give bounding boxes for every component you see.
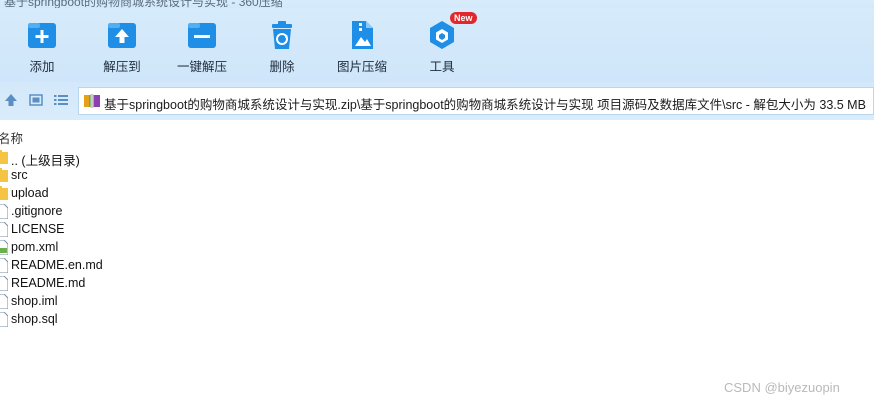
- file-icon: [0, 276, 8, 291]
- thumbnail-view-icon[interactable]: [28, 92, 44, 108]
- title-bar: 基于springboot的购物商城系统设计与实现 - 360压缩: [0, 0, 874, 8]
- list-item-shop-iml[interactable]: shop.iml: [0, 293, 874, 311]
- add-button[interactable]: 添加: [6, 18, 78, 78]
- file-icon: [0, 294, 8, 309]
- list-item-src[interactable]: src: [0, 167, 874, 185]
- one-click-extract-button[interactable]: 一键解压: [166, 18, 238, 78]
- list-item-upload[interactable]: upload: [0, 185, 874, 203]
- folder-icon: [0, 150, 8, 164]
- xml-file-icon: [0, 240, 8, 255]
- extract-to-button[interactable]: 解压到: [86, 18, 158, 78]
- window-title: 基于springboot的购物商城系统设计与实现 - 360压缩: [4, 0, 283, 8]
- list-item-readme[interactable]: README.md: [0, 275, 874, 293]
- list-item-pom-xml[interactable]: pom.xml: [0, 239, 874, 257]
- path-field[interactable]: 基于springboot的购物商城系统设计与实现.zip\基于springboo…: [78, 87, 874, 115]
- delete-icon: [272, 21, 292, 49]
- list-view-icon[interactable]: [53, 92, 69, 108]
- file-icon: [0, 204, 8, 219]
- list-item-shop-sql[interactable]: shop.sql: [0, 311, 874, 329]
- toolbar: 添加 解压到 一键解压 删除 图片压缩 New 工具: [0, 8, 874, 82]
- list-item-license[interactable]: LICENSE: [0, 221, 874, 239]
- list-item-parent-dir[interactable]: .. (上级目录): [0, 149, 874, 168]
- file-icon: [0, 258, 8, 273]
- file-icon: [0, 222, 8, 237]
- path-text: 基于springboot的购物商城系统设计与实现.zip\基于springboo…: [104, 98, 866, 112]
- new-badge: New: [450, 12, 477, 24]
- folder-icon: [0, 186, 8, 200]
- one-click-extract-icon: [188, 23, 216, 48]
- file-list: .. (上级目录) src upload .gitignore LICENSE …: [0, 149, 874, 329]
- name-column-header[interactable]: 名称: [0, 126, 874, 146]
- file-icon: [0, 312, 8, 327]
- tools-button[interactable]: New 工具: [406, 12, 478, 78]
- delete-button[interactable]: 删除: [246, 18, 318, 78]
- archive-icon: [84, 94, 100, 108]
- image-compress-button[interactable]: 图片压缩: [326, 18, 398, 78]
- folder-icon: [0, 168, 8, 182]
- column-header-label: 名称: [0, 132, 24, 146]
- add-icon: [28, 23, 56, 48]
- address-bar: 基于springboot的购物商城系统设计与实现.zip\基于springboo…: [0, 82, 874, 120]
- list-item-readme-en[interactable]: README.en.md: [0, 257, 874, 275]
- watermark: CSDN @biyezuopin: [724, 380, 840, 395]
- image-compress-icon: [352, 21, 373, 49]
- extract-to-icon: [108, 23, 136, 48]
- up-arrow-icon[interactable]: [3, 92, 19, 108]
- list-item-gitignore[interactable]: .gitignore: [0, 203, 874, 221]
